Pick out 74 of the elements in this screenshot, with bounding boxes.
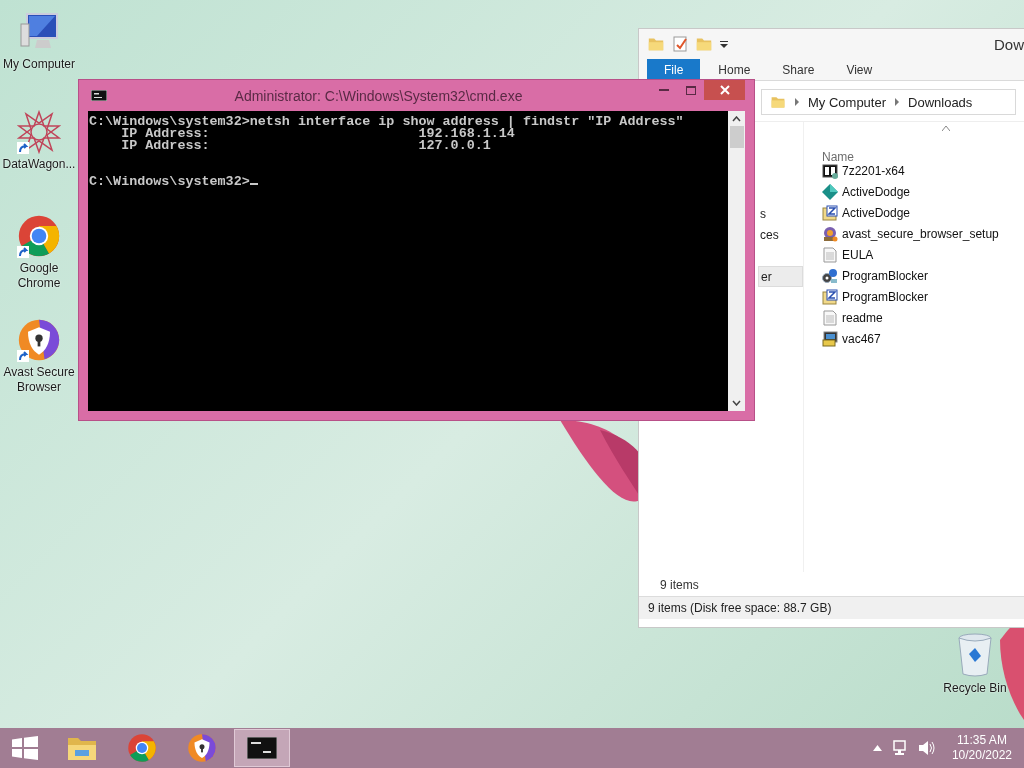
close-button[interactable]: [704, 80, 745, 100]
zip-icon: [822, 288, 838, 305]
nav-item[interactable]: s: [758, 204, 768, 225]
shield-icon: [187, 733, 217, 763]
chevron-icon: [894, 98, 901, 106]
speaker-icon[interactable]: [917, 740, 936, 756]
ribbon-tab[interactable]: Home: [704, 59, 765, 80]
column-header[interactable]: Name: [822, 150, 854, 164]
gem-icon: [822, 183, 838, 200]
caret-up-icon[interactable]: [872, 745, 882, 751]
chrome-icon: [17, 214, 61, 258]
desktop-icon-label: DataWagon...: [2, 157, 76, 172]
archive-icon: [822, 162, 838, 179]
desktop-icon[interactable]: DataWagon...: [0, 110, 78, 172]
installer-icon: [822, 225, 838, 242]
nav-item[interactable]: ces: [758, 225, 781, 246]
properties-icon[interactable]: [671, 35, 689, 53]
desktop-icon-label: Recycle Bin: [943, 681, 1007, 696]
document-icon: [822, 309, 838, 326]
file-menu-button[interactable]: File: [647, 59, 701, 80]
desktop-icon-label: Google Chrome: [16, 261, 62, 291]
ribbon-tab[interactable]: View: [832, 59, 887, 80]
folder-icon: [770, 94, 786, 110]
recycle-bin-icon: [955, 632, 995, 678]
windows-logo-icon: [12, 736, 38, 760]
setup-icon: [822, 330, 838, 347]
gears-icon: [822, 267, 838, 284]
clock-date: 10/20/2022: [951, 748, 1012, 763]
file-name[interactable]: avast_secure_browser_setup: [842, 226, 999, 241]
file-name[interactable]: vac467: [842, 331, 881, 346]
item-count: 9 items: [659, 577, 700, 594]
window-title: Dow: [994, 35, 1024, 53]
ribbon-tab[interactable]: Share: [768, 59, 829, 80]
console-output: C:\Windows\system32>netsh interface ip show address | findstr "IP Address" IP Address: 192.168.1.14 IP Address: 127.0.0.1 C:\Windows\system32>: [88, 111, 728, 411]
maximize-icon: [685, 85, 696, 95]
file-name[interactable]: ProgramBlocker: [842, 289, 929, 304]
chevron-icon: [794, 98, 800, 106]
dropdown-icon[interactable]: [719, 39, 729, 49]
file-name[interactable]: ActiveDodge: [842, 184, 911, 199]
desktop-icon-label: My Computer: [3, 57, 75, 72]
status-bar: 9 items (Disk free space: 88.7 GB): [639, 596, 1024, 619]
address-bar[interactable]: My Computer Downloads: [761, 89, 1016, 115]
desktop-icon[interactable]: My Computer: [0, 10, 78, 72]
scrollbar[interactable]: [728, 111, 745, 411]
chrome-icon: [127, 733, 157, 763]
desktop-icon-label: Avast Secure Browser: [2, 365, 76, 395]
shield-icon: [17, 318, 61, 362]
desktop-icon[interactable]: Avast Secure Browser: [0, 318, 78, 395]
close-icon: [719, 85, 730, 95]
desktop-icon[interactable]: Recycle Bin: [936, 632, 1014, 696]
file-name[interactable]: 7z2201-x64: [842, 163, 905, 178]
window-title: Administrator: C:\Windows\System32\cmd.exe: [233, 87, 524, 104]
scroll-down-icon: [732, 400, 741, 406]
taskbar-app-button[interactable]: [234, 729, 290, 767]
scroll-thumb[interactable]: [729, 126, 744, 148]
star-icon: [17, 110, 61, 154]
zip-icon: [822, 204, 838, 221]
desktop-icon[interactable]: Google Chrome: [0, 214, 78, 291]
sort-caret-icon: [942, 126, 950, 131]
file-name[interactable]: readme: [842, 310, 883, 325]
file-name[interactable]: EULA: [842, 247, 874, 262]
network-icon[interactable]: [891, 740, 908, 756]
console-icon: [91, 90, 107, 101]
clock[interactable]: 11:35 AM 10/20/2022: [951, 733, 1012, 763]
clock-time: 11:35 AM: [957, 733, 1007, 748]
file-name[interactable]: ActiveDodge: [842, 205, 911, 220]
nav-item[interactable]: er: [758, 266, 803, 287]
document-icon: [822, 246, 838, 263]
minimize-icon: [658, 89, 669, 91]
breadcrumb[interactable]: Downloads: [908, 94, 973, 110]
scroll-up-icon: [732, 116, 741, 122]
console-icon: [247, 737, 277, 759]
breadcrumb[interactable]: My Computer: [808, 94, 887, 110]
file-name[interactable]: ProgramBlocker: [842, 268, 929, 283]
